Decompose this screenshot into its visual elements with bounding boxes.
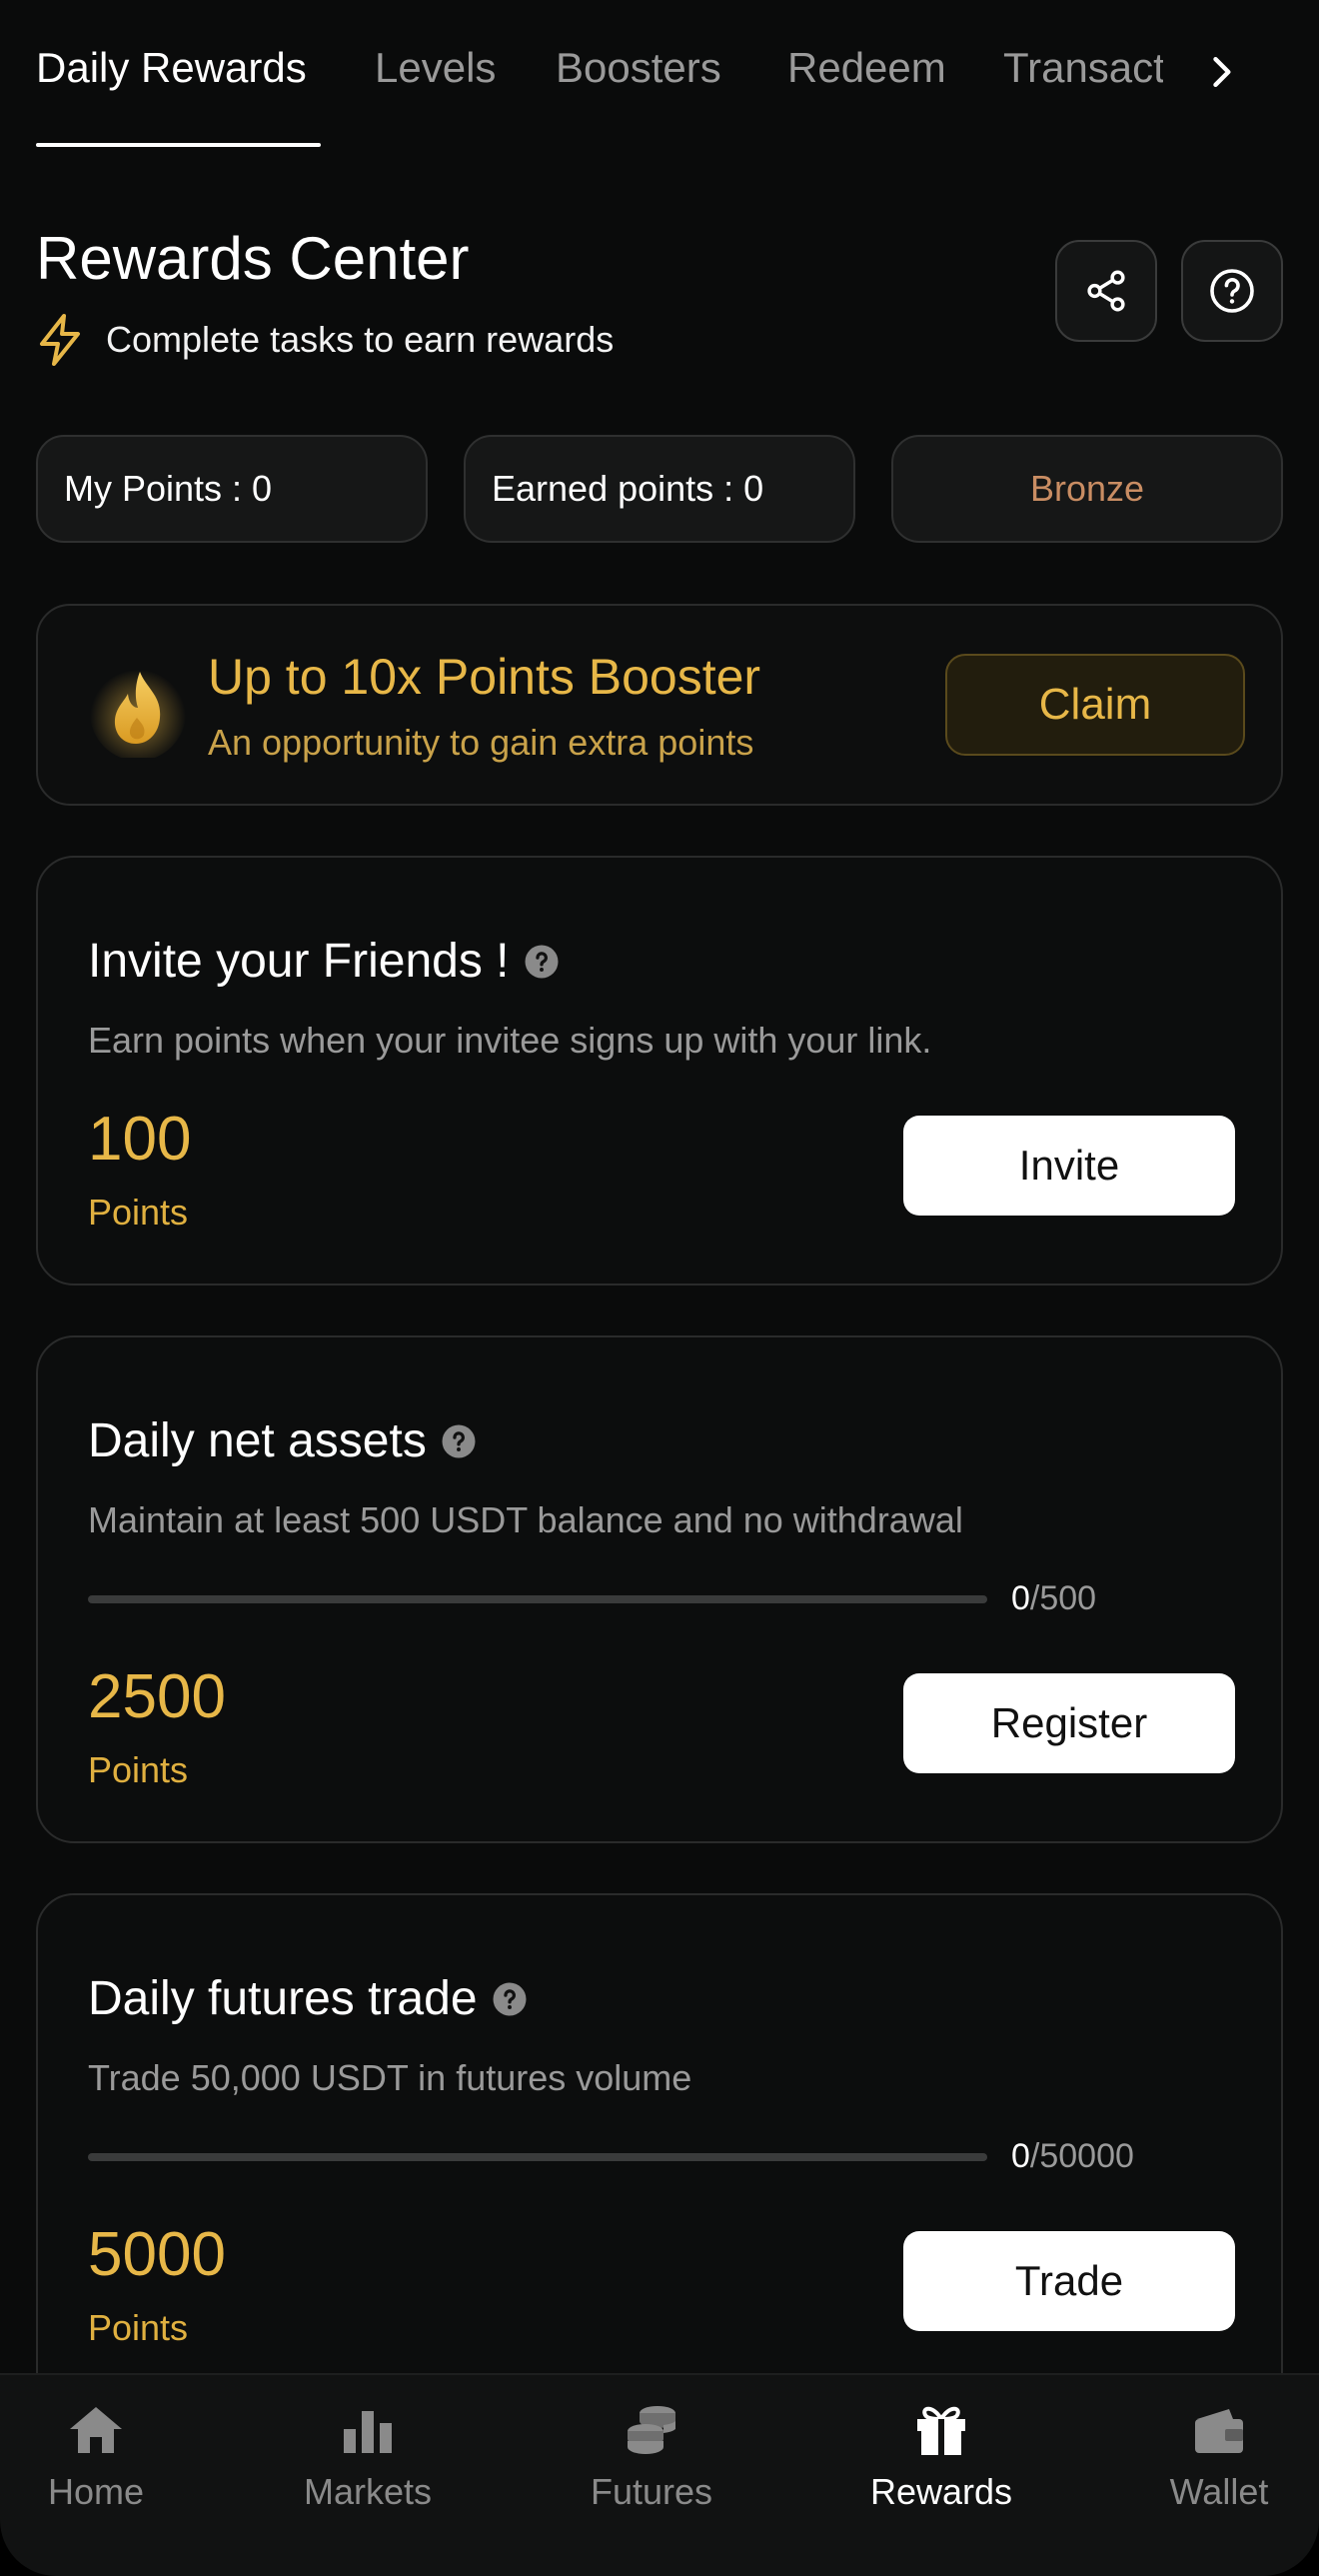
task-points-label: Points bbox=[88, 1192, 189, 1233]
home-icon bbox=[70, 2407, 122, 2453]
task-points-value: 5000 bbox=[88, 2220, 226, 2289]
task-description: Trade 50,000 USDT in futures volume bbox=[88, 2057, 692, 2098]
share-icon bbox=[1087, 270, 1125, 312]
nav-label: Markets bbox=[303, 2471, 433, 2512]
register-button[interactable]: Register bbox=[903, 1673, 1235, 1773]
task-description: Maintain at least 500 USDT balance and n… bbox=[88, 1499, 963, 1540]
booster-title: Up to 10x Points Booster bbox=[208, 649, 761, 705]
nav-futures[interactable]: Futures bbox=[552, 2403, 751, 2543]
task-points-value: 100 bbox=[88, 1105, 192, 1174]
tier-badge[interactable]: Bronze bbox=[891, 435, 1283, 543]
bar-chart-icon bbox=[344, 2411, 392, 2453]
trade-button[interactable]: Trade bbox=[903, 2231, 1235, 2331]
progress-current: 0 bbox=[1011, 2137, 1030, 2175]
task-card-futures-trade: Daily futures trade Trade 50,000 USDT in… bbox=[36, 1893, 1283, 2413]
tab-daily-rewards[interactable]: Daily Rewards bbox=[36, 44, 307, 92]
task-title-text: Invite your Friends ! bbox=[88, 935, 510, 988]
help-icon bbox=[1210, 269, 1254, 313]
booster-subtitle: An opportunity to gain extra points bbox=[208, 722, 754, 763]
earned-points-badge: Earned points : 0 bbox=[464, 435, 855, 543]
question-icon[interactable] bbox=[524, 944, 560, 980]
tab-transactions[interactable]: Transact bbox=[1003, 44, 1163, 92]
wallet-icon bbox=[1195, 2409, 1243, 2453]
help-button[interactable] bbox=[1181, 240, 1283, 342]
question-icon[interactable] bbox=[492, 1981, 528, 2017]
task-title: Daily futures trade bbox=[88, 1971, 528, 2026]
nav-label: Futures bbox=[590, 2471, 713, 2512]
chevron-right-icon[interactable] bbox=[1199, 50, 1243, 94]
bottom-navigation: Home Markets Futures Rewards Wallet bbox=[0, 2373, 1319, 2576]
page-subtitle: Complete tasks to earn rewards bbox=[106, 319, 615, 360]
rewards-screen: Daily Rewards Levels Boosters Redeem Tra… bbox=[0, 0, 1319, 2576]
progress-text: 0/500 bbox=[1011, 1579, 1096, 1618]
nav-label: Home bbox=[47, 2471, 145, 2512]
top-tab-bar: Daily Rewards Levels Boosters Redeem Tra… bbox=[0, 0, 1319, 148]
task-title-text: Daily futures trade bbox=[88, 1972, 478, 2025]
lightning-icon bbox=[40, 314, 80, 366]
tab-boosters[interactable]: Boosters bbox=[556, 44, 721, 92]
tab-redeem[interactable]: Redeem bbox=[787, 44, 946, 92]
task-points-value: 2500 bbox=[88, 1662, 226, 1731]
question-icon[interactable] bbox=[441, 1423, 477, 1459]
task-title-text: Daily net assets bbox=[88, 1414, 427, 1467]
progress-text: 0/50000 bbox=[1011, 2137, 1134, 2176]
invite-button[interactable]: Invite bbox=[903, 1116, 1235, 1216]
my-points-badge: My Points : 0 bbox=[36, 435, 428, 543]
task-points-label: Points bbox=[88, 2307, 189, 2348]
gift-icon bbox=[917, 2406, 965, 2455]
task-points-label: Points bbox=[88, 1749, 189, 1790]
task-description: Earn points when your invitee signs up w… bbox=[88, 1020, 932, 1061]
progress-bar bbox=[88, 2153, 987, 2161]
active-tab-indicator bbox=[36, 143, 321, 147]
coins-icon bbox=[628, 2406, 675, 2454]
page-title: Rewards Center bbox=[36, 225, 470, 292]
progress-current: 0 bbox=[1011, 1579, 1030, 1617]
flame-icon bbox=[90, 665, 186, 758]
nav-home[interactable]: Home bbox=[0, 2403, 196, 2543]
task-title: Invite your Friends ! bbox=[88, 934, 560, 989]
task-card-net-assets: Daily net assets Maintain at least 500 U… bbox=[36, 1335, 1283, 1843]
progress-total: /500 bbox=[1029, 1579, 1097, 1617]
subtitle-row: Complete tasks to earn rewards bbox=[36, 314, 614, 366]
share-button[interactable] bbox=[1055, 240, 1157, 342]
progress-bar bbox=[88, 1595, 987, 1603]
claim-button[interactable]: Claim bbox=[945, 654, 1245, 756]
nav-wallet[interactable]: Wallet bbox=[1119, 2403, 1319, 2543]
task-title: Daily net assets bbox=[88, 1413, 477, 1468]
nav-markets[interactable]: Markets bbox=[268, 2403, 468, 2543]
nav-label: Rewards bbox=[869, 2471, 1013, 2512]
task-card-invite: Invite your Friends ! Earn points when y… bbox=[36, 856, 1283, 1286]
tab-levels[interactable]: Levels bbox=[375, 44, 496, 92]
nav-label: Wallet bbox=[1169, 2471, 1269, 2512]
points-booster-banner: Up to 10x Points Booster An opportunity … bbox=[36, 604, 1283, 806]
progress-total: /50000 bbox=[1029, 2137, 1134, 2175]
nav-rewards[interactable]: Rewards bbox=[841, 2403, 1041, 2543]
